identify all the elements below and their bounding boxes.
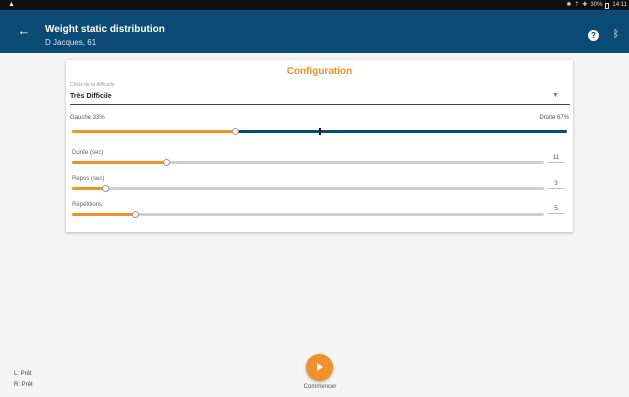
bluetooth-button[interactable]: ᛒ — [610, 27, 622, 43]
repetitions-label: Répétitions — [72, 202, 103, 208]
page-title: Weight static distribution — [45, 24, 165, 35]
balance-right-fill — [235, 130, 567, 133]
rest-label: Repos (sec) — [72, 176, 105, 182]
dropdown-arrow-icon[interactable]: ▼ — [552, 92, 559, 99]
balance-slider[interactable] — [72, 128, 567, 135]
app-screen: ▲ ✱ ⇡ ✚ 30% 14:11 ← Weight static distri… — [0, 0, 629, 397]
balance-right-label: Droite 67% — [539, 115, 569, 121]
repetitions-slider-thumb[interactable] — [132, 211, 140, 218]
patient-subtitle: D Jacques, 61 — [45, 38, 97, 47]
repetitions-slider[interactable] — [72, 211, 544, 218]
help-button[interactable]: ? — [588, 30, 599, 41]
status-time: 14:11 — [612, 2, 627, 8]
back-button[interactable]: ← — [14, 21, 34, 41]
warning-icon: ▲ — [8, 1, 15, 8]
difficulty-label: Choix de la difficulté — [70, 82, 115, 88]
duration-slider-thumb[interactable] — [162, 159, 170, 166]
duration-value[interactable]: 11 — [548, 155, 564, 163]
rest-fill — [72, 187, 106, 190]
status-bar: ▲ ✱ ⇡ ✚ 30% 14:11 — [0, 0, 629, 10]
battery-text: 30% — [590, 2, 603, 8]
help-icon: ? — [591, 31, 596, 40]
rest-value[interactable]: 3 — [548, 181, 564, 189]
repetitions-fill — [72, 213, 136, 216]
arrow-left-icon: ← — [17, 23, 31, 38]
bluetooth-icon: ᛒ — [613, 29, 619, 40]
left-sensor-status: L: Prêt — [14, 371, 32, 377]
wifi-icon: ⇡ — [574, 2, 580, 8]
status-icons: ✱ ⇡ ✚ 30% 14:11 — [566, 0, 627, 10]
duration-fill — [72, 161, 167, 164]
select-underline — [70, 104, 570, 105]
bluetooth-icon: ✱ — [566, 2, 572, 8]
balance-left-fill — [72, 130, 236, 133]
play-icon — [317, 363, 323, 371]
card-title: Configuration — [286, 66, 353, 77]
difficulty-select[interactable]: Très Difficile — [70, 93, 112, 100]
duration-slider[interactable] — [72, 159, 544, 166]
configuration-card: Configuration Choix de la difficulté Trè… — [66, 60, 573, 232]
signal-icon: ✚ — [582, 2, 588, 8]
duration-label: Durée (sec) — [72, 150, 104, 156]
right-sensor-status: R: Prêt — [14, 382, 33, 388]
balance-slider-thumb[interactable] — [231, 128, 239, 135]
repetitions-value[interactable]: 5 — [548, 206, 564, 214]
balance-left-label: Gauche 33% — [70, 115, 105, 121]
rest-slider-thumb[interactable] — [101, 185, 109, 192]
app-bar: ← Weight static distribution D Jacques, … — [0, 10, 629, 53]
balance-center-tick — [318, 128, 321, 135]
battery-icon — [605, 3, 610, 9]
start-button[interactable] — [306, 354, 333, 381]
rest-slider[interactable] — [72, 185, 544, 192]
start-label: Commencer — [303, 384, 337, 390]
